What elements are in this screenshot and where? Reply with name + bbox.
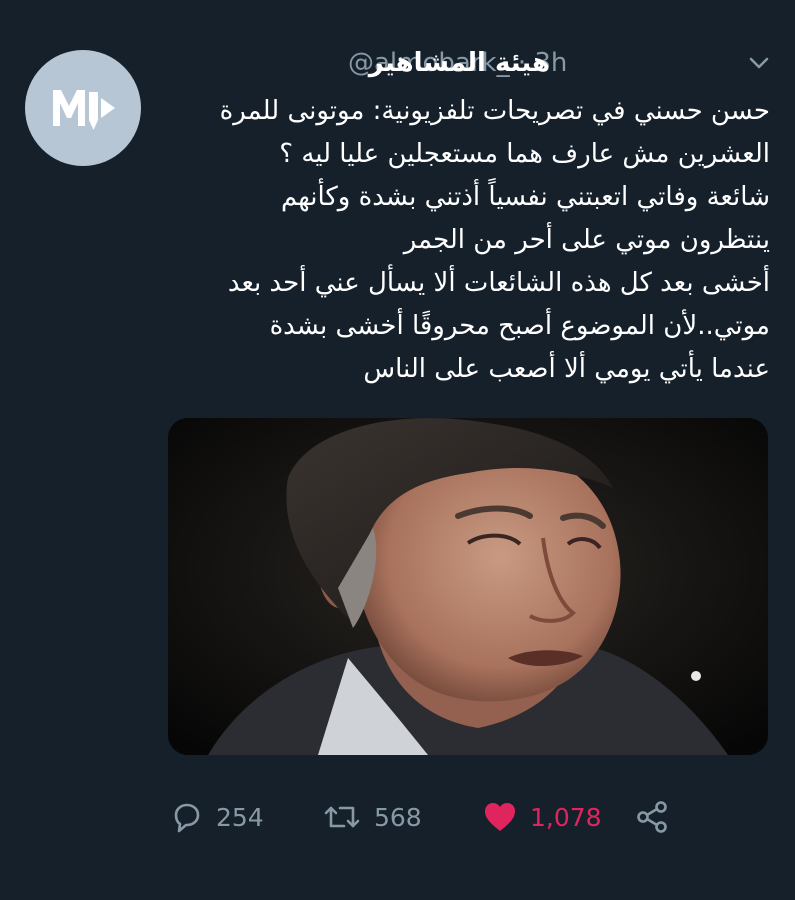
tweet-header: @almobark_ · 3h هيئة المشاهير <box>170 46 770 86</box>
tweet-text-line: عندما يأتي يومي ألا أصعب على الناس <box>363 354 770 384</box>
portrait-image <box>168 418 768 755</box>
avatar[interactable] <box>25 50 141 166</box>
media-logo-icon <box>53 90 115 130</box>
chevron-down-icon <box>749 57 769 69</box>
tweet-text: حسن حسني في تصريحات تلفزيونية: موتونى لل… <box>170 90 770 391</box>
retweet-button[interactable]: 568 <box>322 795 422 839</box>
reply-icon <box>174 803 200 833</box>
reply-count: 254 <box>216 802 264 832</box>
tweet-actions: 254 568 1,078 <box>170 795 770 839</box>
share-icon <box>637 801 667 833</box>
tweet-text-line: موتي..لأن الموضوع أصبح محروقًا أخشى بشدة <box>269 311 770 341</box>
tweet-photo[interactable] <box>168 418 768 755</box>
tweet-text-line: ينتظرون موتي على أحر من الجمر <box>403 225 770 255</box>
tweet-text-line: حسن حسني في تصريحات تلفزيونية: موتونى لل… <box>219 96 770 126</box>
reply-button[interactable]: 254 <box>170 795 264 839</box>
author-name[interactable]: هيئة المشاهير <box>369 48 550 78</box>
retweet-icon <box>324 806 360 828</box>
like-button[interactable]: 1,078 <box>482 795 602 839</box>
like-count: 1,078 <box>530 802 602 832</box>
tweet-text-line: شائعة وفاتي اتعبتني نفسياً أذتني بشدة وك… <box>280 182 770 212</box>
tweet-text-line: أخشى بعد كل هذه الشائعات ألا يسأل عني أح… <box>227 268 770 298</box>
tweet-text-line: العشرين مش عارف هما مستعجلين عليا ليه ؟ <box>279 139 770 169</box>
share-button[interactable] <box>634 795 670 839</box>
retweet-count: 568 <box>374 802 422 832</box>
tweet-menu-button[interactable] <box>748 52 770 78</box>
heart-icon <box>485 803 515 831</box>
